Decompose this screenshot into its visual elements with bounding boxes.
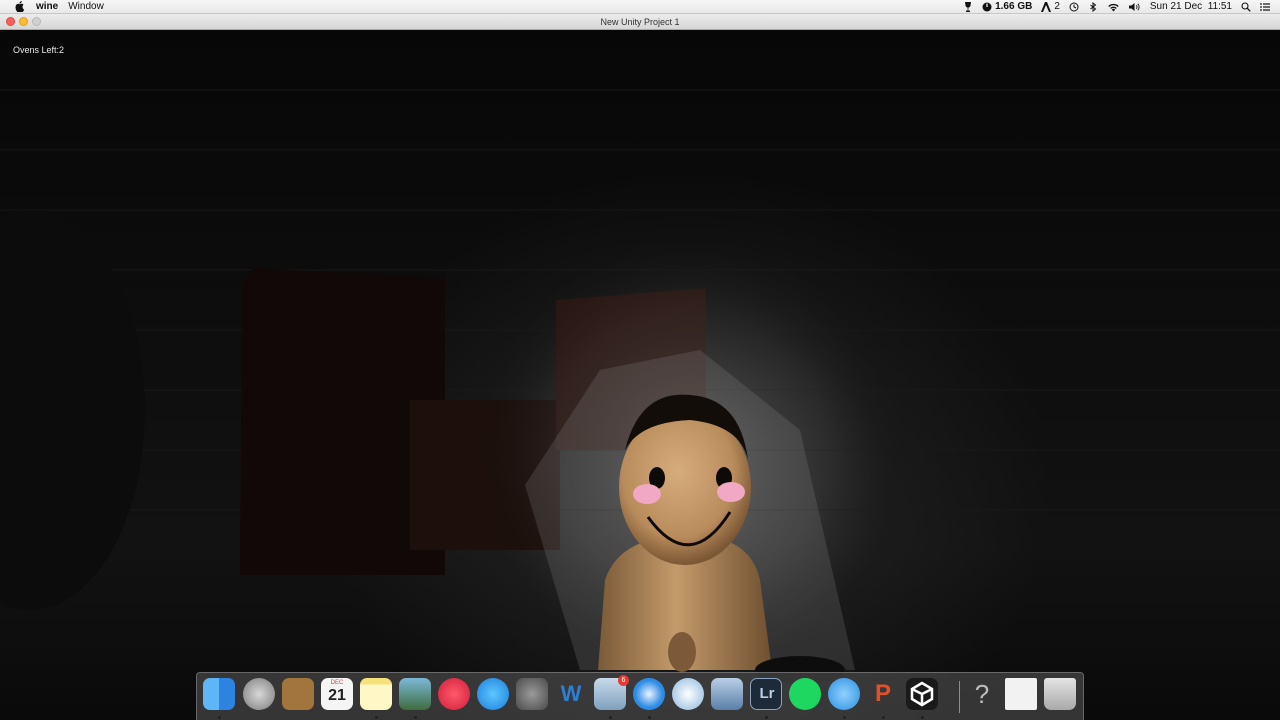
volume-icon[interactable] (1128, 2, 1141, 12)
dock-messages[interactable] (827, 678, 861, 719)
running-indicator (218, 716, 221, 719)
dock-system-preferences[interactable] (515, 678, 549, 714)
notification-center-icon[interactable] (1260, 2, 1270, 12)
gear-icon (516, 678, 548, 710)
dock-itunes[interactable] (437, 678, 471, 714)
word-glyph: W (560, 681, 582, 706)
app-store-icon (477, 678, 509, 710)
running-indicator (375, 716, 378, 719)
dock-photos[interactable]: 6 (593, 675, 629, 719)
unity-cube-icon (906, 678, 938, 710)
running-indicator (609, 716, 612, 719)
dock-app-store[interactable] (476, 678, 510, 714)
adobe-status[interactable]: 2 (1041, 1, 1060, 12)
running-indicator (414, 716, 417, 719)
window-title: New Unity Project 1 (600, 16, 680, 27)
screen: wine Window 1.66 GB 2 Sun 21 Dec 11:51 N… (0, 0, 1280, 720)
rocket-icon (243, 678, 275, 710)
help-icon: ? (966, 678, 998, 710)
dock-safari[interactable] (632, 678, 666, 719)
wifi-icon[interactable] (1107, 2, 1120, 12)
dock-document[interactable] (1004, 678, 1038, 714)
status-area: 1.66 GB 2 Sun 21 Dec 11:51 (963, 1, 1270, 12)
dock-trash[interactable] (1043, 678, 1077, 714)
adobe-icon (1041, 1, 1052, 12)
running-indicator (921, 716, 924, 719)
dock-preview[interactable] (710, 678, 744, 714)
word-icon: W (555, 678, 587, 710)
running-indicator (882, 716, 885, 719)
running-indicator (843, 716, 846, 719)
dock-finder[interactable] (202, 678, 236, 719)
time-machine-icon[interactable] (1069, 2, 1079, 12)
wine-glass-icon[interactable] (963, 1, 973, 12)
notes-icon (360, 678, 392, 710)
menu-bar: wine Window 1.66 GB 2 Sun 21 Dec 11:51 (0, 0, 1280, 14)
dock-weather[interactable] (671, 678, 705, 714)
apple-logo-icon[interactable] (12, 1, 26, 12)
window-controls (6, 17, 41, 26)
lightroom-glyph: Lr (759, 685, 775, 702)
memory-value: 1.66 GB (995, 1, 1033, 12)
music-note-icon (438, 678, 470, 710)
character-left-cheek (633, 484, 661, 504)
character-right-cheek (717, 482, 745, 502)
close-window-button[interactable] (6, 17, 15, 26)
chat-bubble-icon (828, 678, 860, 710)
bluetooth-icon[interactable] (1088, 1, 1098, 12)
game-scene (0, 89, 1280, 684)
window-title-bar[interactable]: New Unity Project 1 (0, 14, 1280, 30)
powerpoint-icon: P (867, 678, 899, 710)
dock-launchpad[interactable] (242, 678, 276, 714)
character-hand (668, 632, 696, 672)
spotify-icon (789, 678, 821, 710)
maximize-window-button[interactable] (32, 17, 41, 26)
dock-word[interactable]: W (554, 678, 588, 714)
adobe-count: 2 (1054, 1, 1060, 12)
calendar-day: 21 (328, 687, 346, 704)
photo-airplane-icon: 6 (594, 675, 629, 710)
dock-calendar[interactable]: DEC 21 (320, 678, 354, 714)
lightroom-icon: Lr (750, 678, 782, 710)
dock-notes[interactable] (359, 678, 393, 719)
dock-image-capture[interactable] (398, 678, 432, 719)
contacts-book-icon (282, 678, 314, 710)
app-menu-wine[interactable]: wine (36, 1, 58, 12)
finder-icon (203, 678, 235, 710)
minimize-window-button[interactable] (19, 17, 28, 26)
memory-gauge-icon (982, 2, 992, 12)
preview-image-icon (711, 678, 743, 710)
running-indicator (648, 716, 651, 719)
spotlight-search-icon[interactable] (1241, 1, 1251, 12)
weather-cloud-icon (672, 678, 704, 710)
dock-powerpoint[interactable]: P (866, 678, 900, 719)
ovens-left-counter: Ovens Left:2 (13, 45, 65, 55)
calendar-icon: DEC 21 (321, 678, 353, 710)
memory-status[interactable]: 1.66 GB (982, 1, 1032, 12)
trash-icon (1044, 678, 1076, 710)
calendar-month: DEC (330, 680, 344, 686)
dock-help[interactable]: ? (965, 678, 999, 714)
document-icon (1005, 678, 1037, 710)
dock: DEC 21 W 6 Lr P ? (196, 672, 1084, 720)
running-indicator (765, 716, 768, 719)
menu-window[interactable]: Window (68, 1, 104, 12)
game-viewport[interactable]: Ovens Left:2 (0, 30, 1280, 720)
compass-icon (633, 678, 665, 710)
dock-separator (959, 681, 960, 713)
notification-badge: 6 (618, 675, 629, 686)
camera-photo-icon (399, 678, 431, 710)
dock-contacts[interactable] (281, 678, 315, 714)
help-glyph: ? (974, 679, 990, 709)
dock-unity[interactable] (905, 678, 939, 719)
powerpoint-glyph: P (874, 680, 891, 707)
dock-lightroom[interactable]: Lr (749, 678, 783, 719)
dock-spotify[interactable] (788, 678, 822, 714)
clock[interactable]: Sun 21 Dec 11:51 (1150, 1, 1232, 12)
